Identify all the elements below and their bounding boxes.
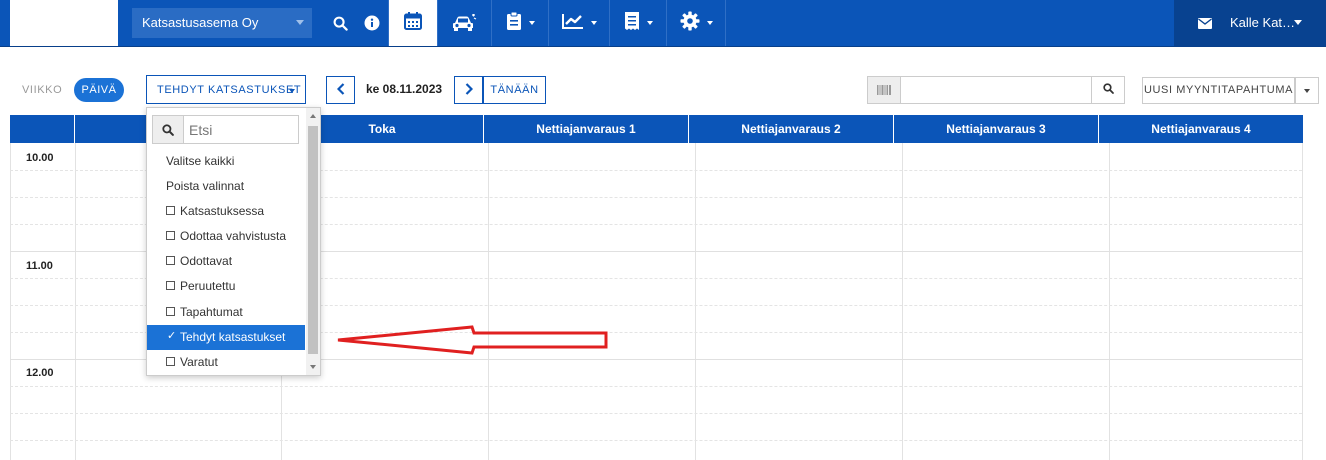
annotation-arrow [337, 325, 608, 355]
